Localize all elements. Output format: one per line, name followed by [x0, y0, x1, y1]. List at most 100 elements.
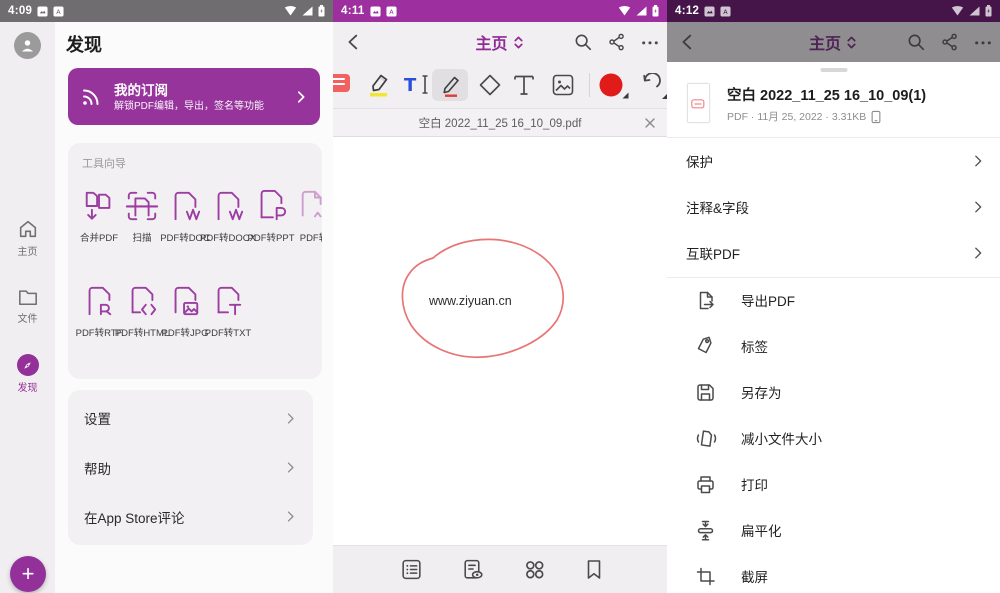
tool-pdf-to-doc[interactable]: PDF转DOC — [168, 187, 202, 244]
action-screenshot[interactable]: 截屏 — [667, 553, 1000, 593]
bottom-sheet: 空白 2022_11_25 16_10_09(1) PDF · 11月 25, … — [667, 62, 1000, 593]
undo-button[interactable] — [638, 73, 662, 97]
row-connected-pdf[interactable]: 互联PDF — [667, 230, 1000, 276]
settings-label: 帮助 — [84, 458, 284, 478]
action-save-as[interactable]: 另存为 — [667, 369, 1000, 415]
pencil-tool-selected[interactable] — [432, 69, 468, 101]
document-info-row: 空白 2022_11_25 16_10_09(1) PDF · 11月 25, … — [687, 83, 986, 125]
search-icon[interactable] — [573, 32, 593, 52]
status-bar: 4:12 A — [667, 0, 1000, 22]
highlighter-tool[interactable] — [364, 70, 392, 100]
image-icon — [550, 72, 576, 98]
screen-editor: 4:11 A 主页 T — [333, 0, 667, 593]
action-label: 另存为 — [741, 382, 782, 402]
eraser-diamond-icon — [477, 72, 503, 98]
chevron-right-icon — [284, 510, 297, 523]
rail-item-files[interactable]: 文件 — [0, 287, 55, 325]
status-time: 4:11 — [341, 5, 365, 17]
svg-text:T: T — [404, 75, 417, 96]
text-tool[interactable] — [512, 72, 536, 98]
document-tab[interactable]: 空白 2022_11_25 16_10_09.pdf — [333, 108, 667, 137]
wifi-icon — [284, 6, 297, 16]
updown-chevron-icon — [512, 35, 525, 50]
tool-pdf-to-rtf[interactable]: PDF转RTF — [82, 282, 116, 339]
device-icon — [870, 110, 882, 124]
tool-merge-pdf[interactable]: 合并PDF — [82, 187, 116, 244]
flatten-icon — [694, 519, 717, 542]
nav-title[interactable]: 主页 — [475, 30, 507, 54]
chevron-right-icon — [971, 200, 985, 214]
tool-pdf-to-html[interactable]: PDF转HTML — [125, 282, 159, 339]
nav-title[interactable]: 主页 — [809, 30, 841, 54]
highlighter-icon — [364, 70, 392, 100]
tools-row-2: PDF转RTF PDF转HTML PDF转JPG PDF转TXT — [82, 282, 245, 339]
pdf-to-txt-icon — [211, 282, 245, 320]
outline-list-icon[interactable] — [399, 557, 424, 582]
status-time: 4:09 — [8, 5, 32, 17]
status-bar: 4:11 A — [333, 0, 667, 22]
document-meta: PDF · 11月 25, 2022 · 3.31KB — [727, 109, 866, 124]
subscription-signal-icon — [78, 84, 104, 110]
subscription-card[interactable]: 我的订阅 解锁PDF编辑，导出，签名等功能 — [68, 68, 320, 125]
thumbnails-grid-icon[interactable] — [522, 557, 547, 582]
print-icon — [694, 473, 717, 496]
drag-handle[interactable] — [820, 68, 847, 72]
settings-row-help[interactable]: 帮助 — [68, 445, 313, 491]
action-tags[interactable]: 标签 — [667, 323, 1000, 369]
tool-pdf-to-txt[interactable]: PDF转TXT — [211, 282, 245, 339]
image-tool[interactable] — [550, 72, 576, 98]
back-button[interactable] — [677, 31, 699, 53]
rail-item-discover[interactable]: 发现 — [0, 354, 55, 394]
screen-doc-actions: 4:12 A 主页 — [667, 0, 1000, 593]
chevron-right-icon — [971, 246, 985, 260]
action-label: 减小文件大小 — [741, 428, 822, 448]
save-as-icon — [694, 381, 717, 404]
home-icon — [17, 218, 39, 240]
subscription-subtitle: 解锁PDF编辑，导出，签名等功能 — [114, 101, 284, 114]
plus-icon: + — [22, 561, 35, 587]
close-tab-button[interactable] — [644, 117, 656, 129]
tool-pdf-to-jpg[interactable]: PDF转JPG — [168, 282, 202, 339]
pdf-to-rtf-icon — [82, 282, 116, 320]
tool-pdf-to-ppt[interactable]: PDF转PPT — [254, 187, 288, 244]
rail-item-label: 发现 — [18, 379, 38, 394]
row-annotations-fields[interactable]: 注释&字段 — [667, 184, 1000, 230]
action-rows: 导出PDF 标签 另存为 减小文件大小 打印 — [667, 277, 1000, 593]
more-icon[interactable] — [974, 32, 992, 52]
comment-tool-icon[interactable] — [333, 74, 350, 92]
tool-pdf-to-docx[interactable]: PDF转DOCX — [211, 187, 245, 244]
tool-pdf-to-more[interactable]: PDF转 — [297, 187, 322, 244]
back-button[interactable] — [343, 31, 365, 53]
settings-row-settings[interactable]: 设置 — [68, 395, 313, 441]
action-print[interactable]: 打印 — [667, 461, 1000, 507]
color-swatch-red[interactable] — [600, 74, 623, 97]
pdf-convert-icon — [297, 187, 322, 225]
tool-label: PDF转PPT — [248, 230, 295, 244]
tools-row-1: 合并PDF 扫描 PDF转DOC PDF转DOCX PDF转PPT — [82, 187, 322, 244]
search-icon[interactable] — [906, 32, 926, 52]
pdf-canvas[interactable]: www.ziyuan.cn — [333, 137, 667, 545]
bookmark-icon[interactable] — [583, 557, 605, 582]
add-button[interactable]: + — [10, 556, 46, 592]
action-flatten[interactable]: 扁平化 — [667, 507, 1000, 553]
share-icon[interactable] — [940, 32, 960, 52]
share-icon[interactable] — [607, 32, 627, 52]
battery-icon — [985, 5, 992, 17]
action-export-pdf[interactable]: 导出PDF — [667, 277, 1000, 323]
rail-item-home[interactable]: 主页 — [0, 218, 55, 258]
nav-bar: 主页 — [333, 22, 667, 62]
action-label: 扁平化 — [741, 520, 782, 540]
settings-label: 在App Store评论 — [84, 507, 284, 527]
action-reduce-file-size[interactable]: 减小文件大小 — [667, 415, 1000, 461]
eraser-tool[interactable] — [477, 72, 503, 98]
more-icon[interactable] — [641, 32, 659, 52]
notification-app-icon: A — [720, 6, 731, 17]
tool-label: 合并PDF — [80, 230, 118, 244]
settings-row-review[interactable]: 在App Store评论 — [68, 494, 313, 540]
annotation-preview-icon[interactable] — [460, 557, 485, 582]
updown-chevron-icon — [845, 35, 858, 50]
edit-text-tool[interactable]: T — [402, 72, 430, 98]
tool-scan[interactable]: 扫描 — [125, 187, 159, 244]
avatar[interactable] — [14, 32, 41, 59]
row-protect[interactable]: 保护 — [667, 138, 1000, 184]
